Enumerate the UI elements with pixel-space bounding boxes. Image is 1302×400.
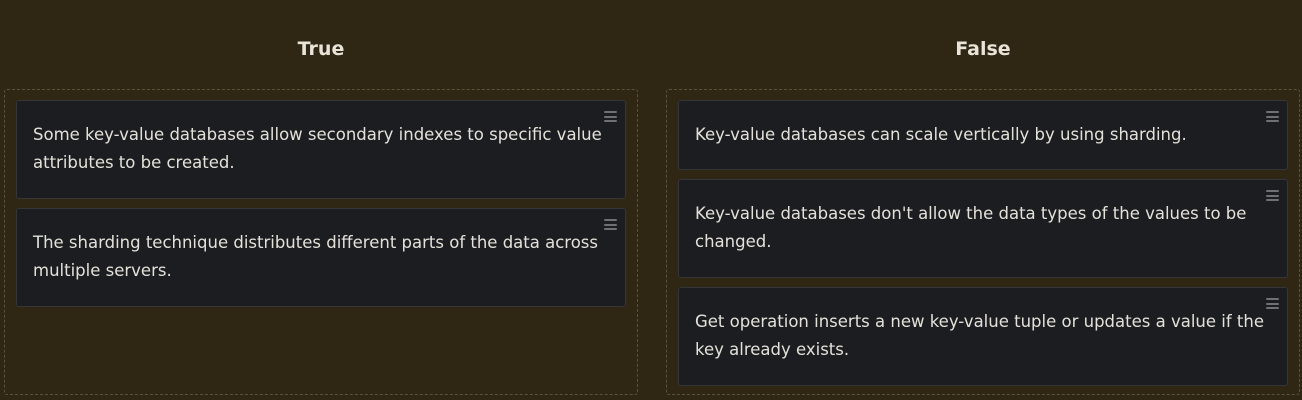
answer-card[interactable]: The sharding technique distributes diffe…: [16, 208, 626, 307]
answer-card[interactable]: Key-value databases can scale vertically…: [678, 100, 1288, 170]
drag-handle-icon[interactable]: [604, 111, 617, 122]
card-text: Key-value databases can scale vertically…: [695, 125, 1187, 144]
drag-handle-icon[interactable]: [1266, 111, 1279, 122]
drag-handle-icon[interactable]: [604, 219, 617, 230]
column-title-true: True: [297, 38, 345, 60]
drag-handle-icon[interactable]: [1266, 190, 1279, 201]
false-dropzone[interactable]: Key-value databases can scale vertically…: [666, 89, 1300, 395]
card-text: Key-value databases don't allow the data…: [695, 204, 1247, 251]
true-dropzone[interactable]: Some key-value databases allow secondary…: [4, 89, 638, 395]
answer-card[interactable]: Key-value databases don't allow the data…: [678, 179, 1288, 278]
column-title-false: False: [955, 38, 1011, 60]
card-text: The sharding technique distributes diffe…: [33, 233, 599, 280]
card-text: Some key-value databases allow secondary…: [33, 125, 602, 172]
drag-handle-icon[interactable]: [1266, 298, 1279, 309]
card-text: Get operation inserts a new key-value tu…: [695, 312, 1264, 359]
answer-card[interactable]: Some key-value databases allow secondary…: [16, 100, 626, 199]
answer-card[interactable]: Get operation inserts a new key-value tu…: [678, 287, 1288, 386]
